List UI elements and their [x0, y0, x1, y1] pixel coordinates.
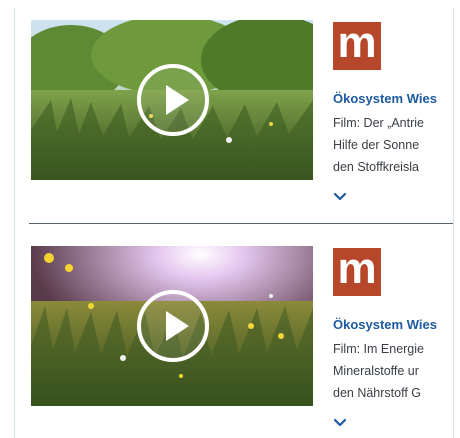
- play-button[interactable]: [137, 290, 209, 362]
- description-line: Mineralstoffe ur: [333, 364, 419, 378]
- video-list: m Ökosystem Wies Film: Der „Antrie Hilfe…: [14, 8, 454, 438]
- publisher-logo: m: [333, 21, 381, 70]
- video-thumbnail[interactable]: [31, 246, 313, 406]
- chevron-down-icon[interactable]: [333, 192, 347, 202]
- play-icon: [166, 311, 189, 341]
- description-line: Film: Im Energie: [333, 342, 424, 356]
- description-line: Hilfe der Sonne: [333, 138, 420, 152]
- description-line: Film: Der „Antrie: [333, 116, 424, 130]
- video-title[interactable]: Ökosystem Wies: [333, 90, 453, 108]
- description-line: den Stoffkreisla: [333, 160, 419, 174]
- publisher-logo: m: [333, 247, 381, 296]
- play-icon: [166, 85, 189, 115]
- video-card: m Ökosystem Wies Film: Im Energie Minera…: [15, 246, 453, 438]
- video-description: Ökosystem Wies Film: Der „Antrie Hilfe d…: [333, 90, 453, 178]
- video-description: Ökosystem Wies Film: Im Energie Minerals…: [333, 316, 453, 404]
- description-line: den Nährstoff G: [333, 386, 422, 400]
- play-button[interactable]: [137, 64, 209, 136]
- divider: [29, 223, 453, 224]
- video-title[interactable]: Ökosystem Wies: [333, 316, 453, 334]
- video-card: m Ökosystem Wies Film: Der „Antrie Hilfe…: [15, 20, 453, 220]
- video-thumbnail[interactable]: [31, 20, 313, 180]
- chevron-down-icon[interactable]: [333, 418, 347, 428]
